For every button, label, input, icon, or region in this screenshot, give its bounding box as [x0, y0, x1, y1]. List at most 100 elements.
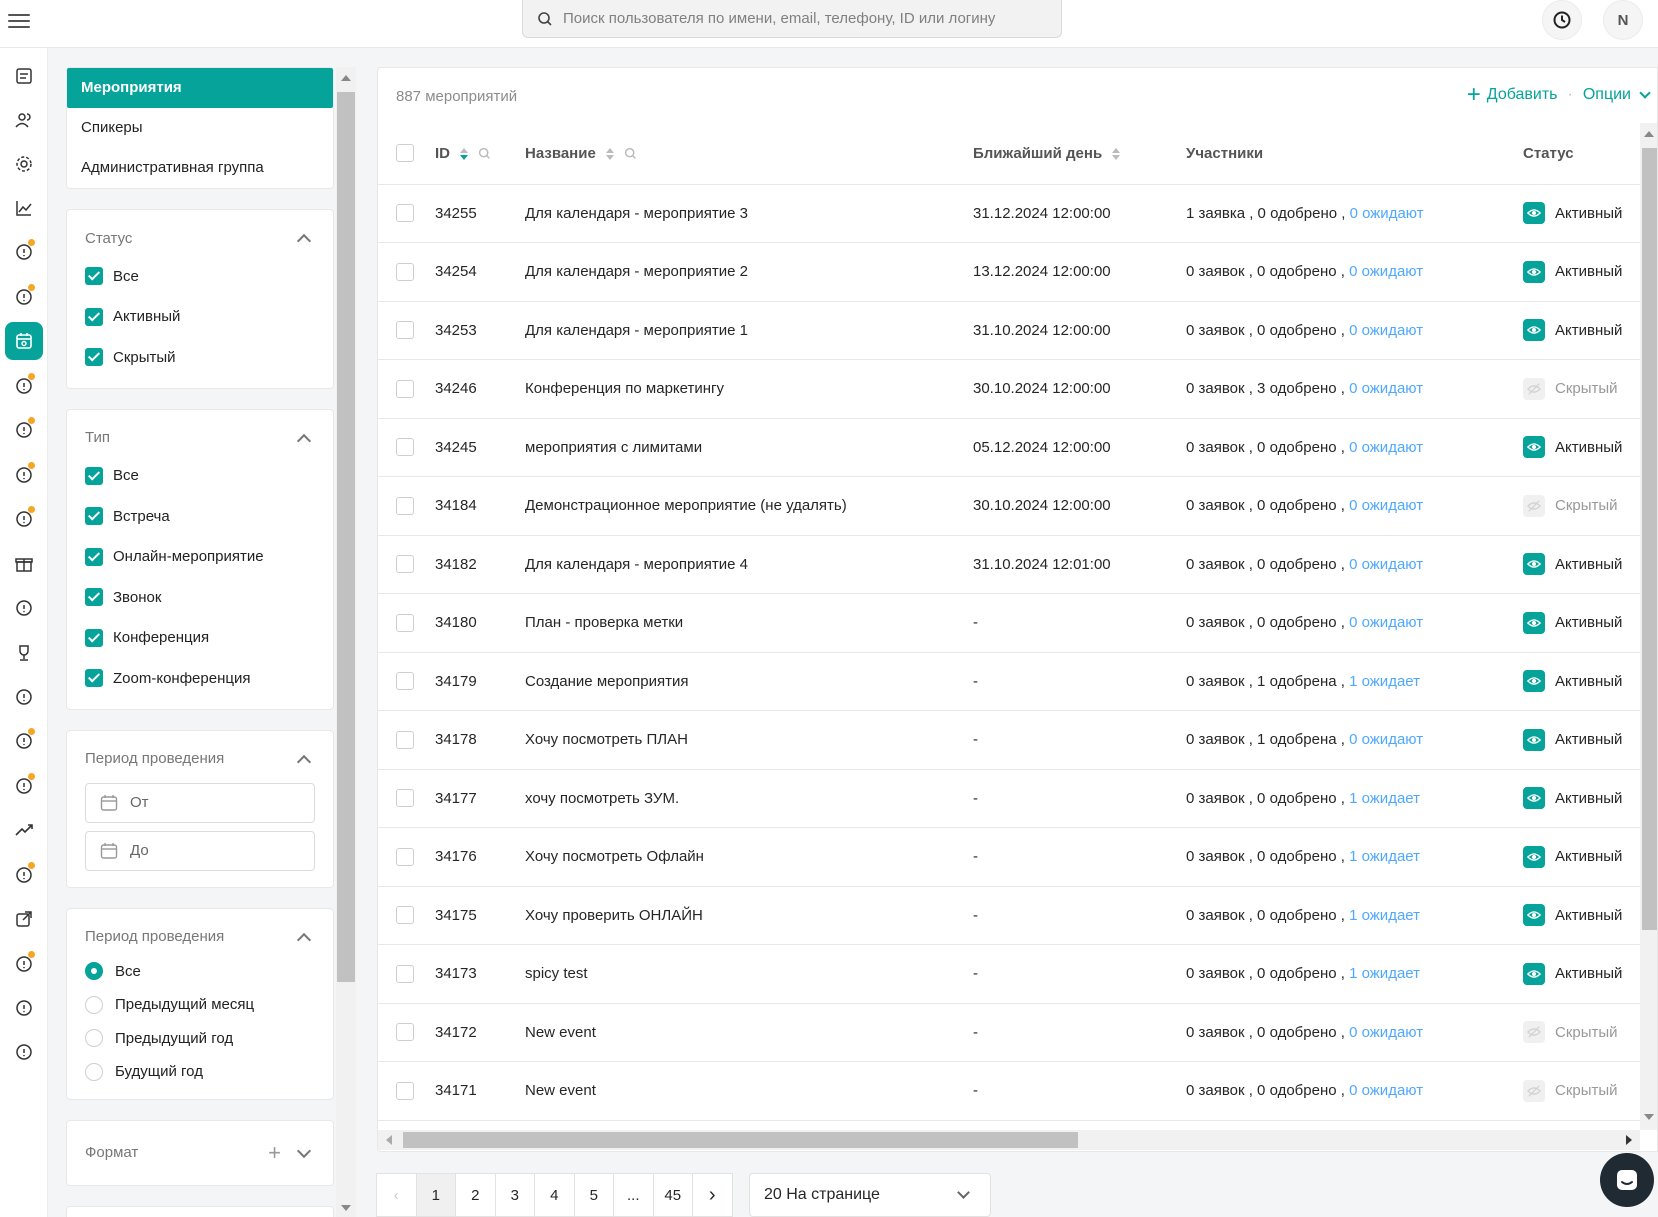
scrollbar-thumb[interactable]: [1642, 148, 1657, 930]
event-name[interactable]: Демонстрационное мероприятие (не удалять…: [525, 476, 973, 536]
visibility-toggle[interactable]: [1523, 962, 1545, 985]
checkbox[interactable]: [85, 588, 103, 607]
menu-icon[interactable]: [8, 10, 30, 32]
waiting-link[interactable]: 1 ожидает: [1349, 673, 1420, 690]
visibility-toggle[interactable]: [1523, 728, 1545, 751]
filter-scrollbar[interactable]: [336, 67, 356, 1217]
prev-page-button[interactable]: ‹: [376, 1173, 417, 1217]
checkbox[interactable]: [85, 267, 103, 286]
table-vertical-scrollbar[interactable]: [1640, 123, 1657, 1130]
visibility-toggle[interactable]: [1523, 845, 1545, 868]
radio-button[interactable]: [85, 962, 103, 981]
help-icon[interactable]: [5, 989, 43, 1027]
checkbox[interactable]: [85, 507, 103, 526]
chevron-up-icon[interactable]: [296, 932, 312, 947]
speedometer-icon[interactable]: [5, 1033, 43, 1071]
visibility-toggle[interactable]: [1523, 787, 1545, 810]
search-input[interactable]: [563, 10, 1043, 27]
per-page-select[interactable]: 20 На странице: [749, 1173, 991, 1217]
search-box[interactable]: [522, 0, 1062, 38]
event-name[interactable]: Для календаря - мероприятие 1: [525, 301, 973, 360]
table-row[interactable]: 34175 Хочу проверить ОНЛАЙН -0 заявок , 0 …: [378, 886, 1640, 945]
event-name[interactable]: мероприятия с лимитами: [525, 418, 973, 477]
page-button[interactable]: ...: [613, 1173, 654, 1217]
status-option[interactable]: Активный: [85, 297, 315, 338]
table-row[interactable]: 34171 New event -0 заявок , 0 одобрено , 0…: [378, 1061, 1640, 1121]
select-all-checkbox[interactable]: [396, 144, 414, 163]
info-badge-icon[interactable]: [5, 500, 43, 538]
visibility-toggle[interactable]: [1523, 1079, 1545, 1102]
event-name[interactable]: Хочу проверить ОНЛАЙН: [525, 886, 973, 945]
waiting-link[interactable]: 0 ожидают: [1349, 731, 1423, 748]
table-row[interactable]: 34172 New event -0 заявок , 0 одобрено , 0…: [378, 1003, 1640, 1062]
waiting-link[interactable]: 0 ожидают: [1349, 322, 1423, 339]
checkbox[interactable]: [85, 307, 103, 326]
page-button[interactable]: 1: [415, 1173, 456, 1217]
table-row[interactable]: 34182 Для календаря - мероприятие 4 31.10.…: [378, 535, 1640, 594]
type-option[interactable]: Zoom-конференция: [85, 658, 315, 699]
period-option[interactable]: Все: [85, 955, 315, 989]
chevron-up-icon[interactable]: [296, 754, 312, 769]
options-button[interactable]: Опции: [1583, 86, 1631, 104]
waiting-link[interactable]: 0 ожидают: [1349, 1082, 1423, 1099]
chevron-down-icon[interactable]: [1639, 87, 1651, 99]
plus-icon[interactable]: +: [268, 1141, 281, 1163]
ideas-icon[interactable]: [5, 367, 43, 405]
visibility-toggle[interactable]: [1523, 904, 1545, 927]
page-button[interactable]: 5: [573, 1173, 614, 1217]
checkbox[interactable]: [85, 348, 103, 367]
event-name[interactable]: Для календаря - мероприятие 2: [525, 242, 973, 302]
column-header-name[interactable]: Название: [525, 123, 973, 185]
period-preset-header[interactable]: Период проведения: [85, 923, 315, 951]
gift-icon[interactable]: [5, 545, 43, 583]
chevron-up-icon[interactable]: [296, 433, 312, 448]
checklist-icon[interactable]: [5, 945, 43, 983]
period-option[interactable]: Будущий год: [85, 1055, 315, 1089]
table-row[interactable]: 34253 Для календаря - мероприятие 1 31.10.…: [378, 301, 1640, 360]
row-checkbox[interactable]: [396, 730, 414, 749]
type-option[interactable]: Онлайн-мероприятие: [85, 537, 315, 578]
row-checkbox[interactable]: [396, 672, 414, 691]
waiting-link[interactable]: 0 ожидают: [1349, 497, 1423, 514]
visibility-toggle[interactable]: [1523, 670, 1545, 693]
badge-check-icon[interactable]: [5, 767, 43, 805]
row-checkbox[interactable]: [396, 906, 414, 925]
trend-icon[interactable]: [5, 811, 43, 849]
plus-icon[interactable]: +: [1467, 83, 1481, 107]
row-checkbox[interactable]: [396, 1081, 414, 1100]
events-icon[interactable]: [5, 322, 43, 360]
type-option[interactable]: Все: [85, 456, 315, 497]
chevron-up-icon[interactable]: [296, 233, 312, 249]
sort-icon[interactable]: [460, 147, 469, 160]
status-option[interactable]: Скрытый: [85, 337, 315, 378]
avatar[interactable]: N: [1603, 0, 1643, 40]
scroll-down-arrow[interactable]: [1644, 1114, 1654, 1120]
table-horizontal-scrollbar[interactable]: [378, 1130, 1640, 1150]
info-icon[interactable]: [5, 589, 43, 627]
table-row[interactable]: 34255 Для календаря - мероприятие 3 31.12.…: [378, 184, 1640, 243]
column-header-id[interactable]: ID: [435, 123, 525, 185]
format-filter-header[interactable]: Формат +: [85, 1139, 315, 1167]
scrollbar-thumb[interactable]: [337, 92, 355, 982]
table-row[interactable]: 34173 spicy test -0 заявок , 0 одобрено , …: [378, 944, 1640, 1004]
history-button[interactable]: [1542, 0, 1582, 40]
page-button[interactable]: 3: [494, 1173, 535, 1217]
scroll-left-arrow[interactable]: [386, 1135, 392, 1145]
checkbox[interactable]: [85, 628, 103, 647]
table-row[interactable]: 34177 хочу посмотреть ЗУМ. -0 заявок , 0 о…: [378, 769, 1640, 828]
event-name[interactable]: spicy test: [525, 944, 973, 1004]
visibility-toggle[interactable]: [1523, 436, 1545, 459]
sort-icon[interactable]: [605, 147, 614, 160]
row-checkbox[interactable]: [396, 438, 414, 457]
waiting-link[interactable]: 1 ожидает: [1349, 907, 1420, 924]
event-name[interactable]: хочу посмотреть ЗУМ.: [525, 769, 973, 828]
visibility-toggle[interactable]: [1523, 202, 1545, 225]
sort-icon[interactable]: [1112, 147, 1121, 160]
period-option[interactable]: Предыдущий год: [85, 1022, 315, 1056]
search-icon[interactable]: [624, 147, 637, 160]
table-row[interactable]: 34184 Демонстрационное мероприятие (не уд…: [378, 476, 1640, 536]
waiting-link[interactable]: 0 ожидают: [1350, 205, 1424, 222]
row-checkbox[interactable]: [396, 555, 414, 574]
table-row[interactable]: 34245 мероприятия с лимитами 05.12.2024 12…: [378, 418, 1640, 477]
row-checkbox[interactable]: [396, 789, 414, 808]
